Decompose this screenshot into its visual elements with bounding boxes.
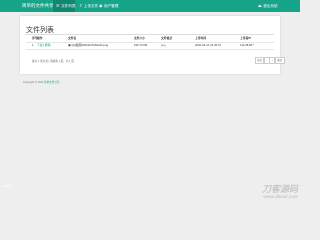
copyright-link[interactable]: 简单文件分享 <box>44 81 60 84</box>
watermark-sub: www.dkewl.com <box>263 194 298 199</box>
nav-item-label: 文件列表 <box>61 3 76 8</box>
row-divider <box>26 49 274 50</box>
list-icon: ☰ <box>56 3 60 8</box>
watermark-main: 刀客源码 <box>261 184 298 194</box>
column-header-uploader-ip: 上传者IP <box>240 36 252 40</box>
cell-actions: 下载 | 删除 <box>37 43 51 48</box>
title-divider <box>26 34 274 35</box>
cell-format: png <box>161 43 166 47</box>
cell-index: 1 <box>32 43 34 47</box>
logout-link[interactable]: ⏏ 退出系统 <box>258 0 278 12</box>
nav-item-label: 用户管理 <box>104 3 119 8</box>
column-header-filename: 文件名 <box>68 36 77 40</box>
column-header-size: 文件大小 <box>134 36 146 40</box>
pagination-info: 总共 1 条记录 | 当前第 1 页，共 1 页 <box>32 60 74 63</box>
pagination: 首页 ‹ › 尾页 <box>254 57 285 64</box>
column-header-format: 文件格式 <box>161 36 173 40</box>
filename-text: QQ截图20201115162242.png <box>71 43 109 47</box>
corner-mark: Sub版 <box>3 184 12 188</box>
logout-icon: ⏏ <box>258 3 262 8</box>
nav-item-user-management[interactable]: ◉ 用户管理 <box>96 0 118 12</box>
cell-filename: ▣ QQ截图20201115162242.png <box>68 43 109 48</box>
cell-size: 199.73 KB <box>134 43 148 47</box>
users-icon: ◉ <box>99 3 103 8</box>
top-navbar: 简单的文件共享系统 ☰ 文件列表 ⇪ 上传文件 ◉ 用户管理 ⏏ 退出系统 <box>0 0 300 12</box>
first-page-button[interactable]: 首页 <box>254 57 265 64</box>
last-page-button[interactable]: 尾页 <box>274 57 285 64</box>
upload-icon: ⇪ <box>79 3 83 8</box>
watermark: 刀客源码 www.dkewl.com <box>261 184 298 200</box>
cell-uploader-ip: 114.28.80.* <box>240 43 255 47</box>
nav-item-file-list[interactable]: ☰ 文件列表 <box>53 0 75 12</box>
copyright-text: Copyright © 2020 <box>23 81 44 84</box>
column-header-upload-time: 上传时间 <box>195 36 207 40</box>
nav-item-upload[interactable]: ⇪ 上传文件 <box>76 0 98 12</box>
delete-link[interactable]: 删除 <box>45 43 51 47</box>
cell-upload-time: 2020-04-21 16:45:07 <box>195 43 221 47</box>
file-list-panel: 文件列表 序号 操作 文件名 文件大小 文件格式 上传时间 上传者IP 1 下载… <box>20 16 285 74</box>
download-link[interactable]: 下载 <box>37 43 43 47</box>
logout-label: 退出系统 <box>263 3 278 8</box>
column-header-actions: 操作 <box>37 36 43 40</box>
copyright-footer: Copyright © 2020 简单文件分享 <box>23 80 60 84</box>
header-divider <box>26 41 274 43</box>
